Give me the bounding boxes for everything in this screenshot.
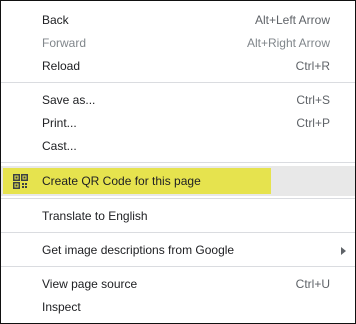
menu-item-back[interactable]: Back Alt+Left Arrow [1, 9, 355, 32]
menu-separator [1, 82, 355, 83]
menu-item-label: Back [42, 13, 69, 27]
menu-item-shortcut: Alt+Left Arrow [254, 13, 330, 27]
qr-code-icon [13, 174, 28, 189]
menu-item-label: Translate to English [42, 209, 148, 223]
menu-item-label: Reload [42, 59, 81, 73]
menu-item-label: Create QR Code for this page [42, 174, 201, 188]
menu-item-shortcut: Alt+Right Arrow [246, 36, 330, 50]
menu-item-cast[interactable]: Cast... [1, 135, 355, 158]
menu-item-label: Print... [42, 116, 77, 130]
menu-item-label: Save as... [42, 93, 96, 107]
context-menu: Back Alt+Left Arrow Forward Alt+Right Ar… [0, 0, 356, 324]
menu-item-label: Forward [42, 36, 87, 50]
menu-item-shortcut: Ctrl+U [295, 277, 330, 291]
menu-item-shortcut: Ctrl+P [296, 116, 330, 130]
menu-separator [1, 162, 355, 163]
menu-item-reload[interactable]: Reload Ctrl+R [1, 55, 355, 78]
menu-item-view-source[interactable]: View page source Ctrl+U [1, 273, 355, 296]
menu-item-label: Inspect [42, 300, 81, 314]
menu-separator [1, 266, 355, 267]
menu-item-image-descriptions[interactable]: Get image descriptions from Google [1, 239, 355, 262]
menu-item-label: Get image descriptions from Google [42, 243, 235, 257]
menu-separator [1, 198, 355, 199]
submenu-arrow-icon [341, 247, 346, 255]
menu-item-inspect[interactable]: Inspect [1, 296, 355, 319]
menu-item-forward: Forward Alt+Right Arrow [1, 32, 355, 55]
menu-item-label: View page source [42, 277, 138, 291]
menu-item-print[interactable]: Print... Ctrl+P [1, 112, 355, 135]
menu-item-translate[interactable]: Translate to English [1, 205, 355, 228]
menu-item-create-qr-code[interactable]: Create QR Code for this page [1, 166, 355, 196]
menu-item-label: Cast... [42, 139, 77, 153]
menu-item-shortcut: Ctrl+S [296, 93, 330, 107]
menu-item-save-as[interactable]: Save as... Ctrl+S [1, 89, 355, 112]
menu-item-shortcut: Ctrl+R [295, 59, 330, 73]
menu-separator [1, 232, 355, 233]
